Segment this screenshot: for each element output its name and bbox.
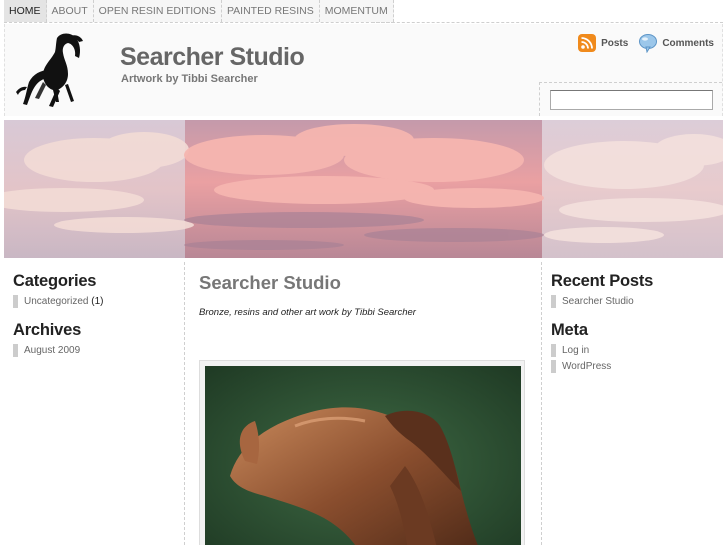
category-count: (1) (91, 296, 104, 307)
posts-feed-link[interactable]: Posts (578, 34, 628, 52)
posts-feed-label: Posts (601, 37, 629, 49)
meta-link-wordpress[interactable]: WordPress (551, 360, 723, 373)
meta-title: Meta (551, 321, 588, 339)
bronze-horse-sculpture-image[interactable] (205, 366, 521, 545)
left-sidebar: Categories Uncategorized (1) Archives Au… (4, 262, 185, 545)
recent-posts-title: Recent Posts (551, 272, 654, 290)
nav-divider (372, 0, 723, 23)
rss-icon (578, 34, 597, 52)
site-description: Artwork by Tibbi Searcher (121, 73, 258, 85)
post-excerpt: Bronze, resins and other art work by Tib… (199, 307, 416, 318)
header-banner-image (4, 120, 723, 258)
nav-item-home[interactable]: HOME (4, 0, 47, 22)
horse-logo-icon[interactable] (13, 30, 98, 110)
right-sidebar: Recent Posts Searcher Studio Meta Log in… (541, 262, 723, 545)
nav-item-about[interactable]: ABOUT (46, 0, 94, 22)
post-title[interactable]: Searcher Studio (199, 272, 341, 294)
comments-feed-label: Comments (662, 37, 714, 49)
nav-item-open-resin-editions[interactable]: OPEN RESIN EDITIONS (93, 0, 222, 22)
site-header: Searcher Studio Artwork by Tibbi Searche… (4, 24, 723, 116)
comments-feed-link[interactable]: Comments (638, 33, 714, 54)
speech-bubble-icon (638, 33, 658, 54)
search-widget (539, 82, 722, 116)
post-image-frame (199, 360, 525, 545)
feed-links: Posts Comments (568, 33, 714, 54)
category-item[interactable]: Uncategorized (1) (13, 295, 184, 308)
recent-post-item[interactable]: Searcher Studio (551, 295, 723, 308)
categories-widget: Categories Uncategorized (1) (4, 262, 184, 308)
nav-item-painted-resins[interactable]: PAINTED RESINS (221, 0, 320, 22)
archives-widget: Archives August 2009 (4, 311, 184, 357)
archive-item[interactable]: August 2009 (13, 344, 184, 357)
category-label[interactable]: Uncategorized (24, 296, 88, 307)
site-title[interactable]: Searcher Studio (120, 43, 305, 72)
archives-title: Archives (13, 321, 82, 339)
main-content: Searcher Studio Bronze, resins and other… (186, 262, 540, 545)
top-navigation: HOME ABOUT OPEN RESIN EDITIONS PAINTED R… (4, 0, 394, 23)
recent-posts-widget: Recent Posts Searcher Studio (542, 262, 723, 308)
search-input[interactable] (550, 90, 713, 110)
meta-link-login[interactable]: Log in (551, 344, 723, 357)
categories-title: Categories (13, 272, 97, 290)
meta-widget: Meta Log in WordPress (542, 311, 723, 373)
